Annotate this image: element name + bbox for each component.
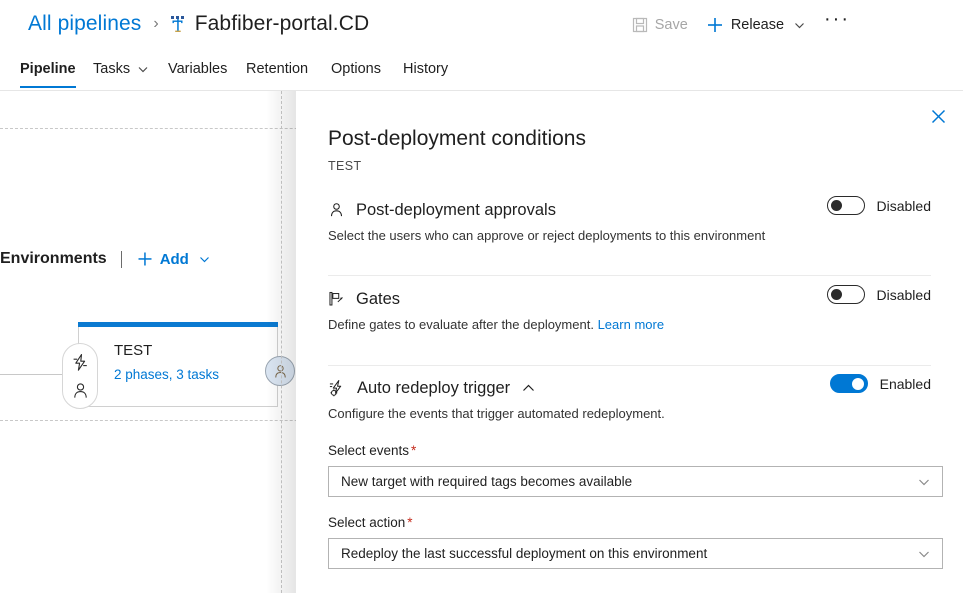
tab-bar: Pipeline Tasks Variables Retention Options Hi… [0,50,963,90]
environment-node-phases-link[interactable]: 2 phases, 3 tasks [114,367,219,382]
environment-node-accent-bar [78,322,278,327]
add-environment-label: Add [160,251,189,268]
toggle-knob [852,378,864,390]
breadcrumb: All pipelines › Fabfiber-portal.CD [28,8,369,40]
gate-icon [328,290,345,308]
section-header: Auto redeploy trigger Enabled [328,376,931,400]
more-options-button[interactable]: ··· [824,12,850,38]
tab-variables[interactable]: Variables [168,50,227,88]
breadcrumb-all-pipelines-link[interactable]: All pipelines [28,12,141,36]
select-action-label: Select action* [328,515,931,530]
section-divider-1 [328,275,931,276]
post-deployment-conditions-panel: Post-deployment conditions TEST Post-dep… [296,91,963,593]
field-select-events: Select events* New target with required … [328,443,931,497]
select-events-label: Select events* [328,443,931,458]
panel-title: Post-deployment conditions [328,127,586,151]
tab-tasks[interactable]: Tasks [93,50,149,88]
chevron-down-icon [917,547,931,561]
chevron-up-icon[interactable] [521,381,536,396]
approvals-toggle-wrap: Disabled [827,196,931,215]
tab-label: Pipeline [20,61,76,77]
toggle-knob [831,289,842,300]
tab-options[interactable]: Options [331,50,381,88]
section-post-deployment-approvals: Post-deployment approvals Disabled Selec… [328,198,931,243]
lightning-bolt-icon[interactable] [71,353,90,372]
tab-retention[interactable]: Retention [246,50,308,88]
toggle-knob [831,200,842,211]
canvas-dashed-line-vertical [281,91,282,593]
post-deployment-approvals-badge[interactable] [265,356,295,386]
breadcrumb-separator: › [153,15,158,33]
environments-divider [121,251,122,268]
plus-icon [706,16,724,34]
tab-label: Retention [246,61,308,77]
plus-icon [136,250,154,268]
chevron-down-icon[interactable] [793,19,806,32]
tab-pipeline[interactable]: Pipeline [20,50,76,88]
section-description: Configure the events that trigger automa… [328,406,931,421]
app-header: All pipelines › Fabfiber-portal.CD [0,0,963,48]
chevron-down-icon [917,475,931,489]
approvals-toggle-state: Disabled [877,198,931,214]
save-button[interactable]: Save [632,12,688,38]
section-title: Post-deployment approvals [356,201,556,220]
auto-redeploy-trigger-toggle[interactable] [830,374,868,393]
save-label: Save [655,17,688,33]
tab-label: Options [331,61,381,77]
required-marker: * [411,443,416,458]
required-marker: * [407,515,412,530]
section-title: Auto redeploy trigger [357,379,510,398]
tab-history[interactable]: History [403,50,448,88]
header-toolbar: Save Release ··· [632,12,868,38]
select-events-label-text: Select events [328,443,409,458]
select-action-value: Redeploy the last successful deployment … [341,546,707,561]
tab-label: Variables [168,61,227,77]
page-title: Fabfiber-portal.CD [195,12,370,36]
environments-header: Environments Add [0,246,211,272]
person-icon [272,363,289,380]
ellipsis-icon: ··· [824,8,850,31]
tab-active-underline [20,86,76,88]
field-select-action: Select action* Redeploy the last success… [328,515,931,569]
section-gates: Gates Disabled Define gates to evaluate … [328,287,931,332]
gates-toggle-state: Disabled [877,287,931,303]
save-disk-icon [632,17,648,33]
release-label: Release [731,17,784,33]
auto-redeploy-toggle-state: Enabled [880,376,931,392]
select-events-value: New target with required tags becomes av… [341,474,632,489]
person-icon[interactable] [71,381,90,400]
auto-redeploy-icon [328,379,346,397]
gates-toggle-wrap: Disabled [827,285,931,304]
tab-label: History [403,61,448,77]
panel-subtitle: TEST [328,159,362,173]
add-environment-button[interactable]: Add [136,250,211,268]
gates-toggle[interactable] [827,285,865,304]
gates-learn-more-link[interactable]: Learn more [598,317,664,332]
person-icon [328,201,345,219]
post-deployment-approvals-toggle[interactable] [827,196,865,215]
environments-label: Environments [0,250,107,268]
select-action-dropdown[interactable]: Redeploy the last successful deployment … [328,538,943,569]
release-pipeline-icon [169,15,187,35]
section-auto-redeploy-trigger: Auto redeploy trigger Enabled Configure … [328,376,931,421]
chevron-down-icon[interactable] [137,63,149,75]
release-button[interactable]: Release [706,12,806,38]
section-divider-2 [328,365,931,366]
environment-node-conditions-pill [62,343,98,409]
auto-redeploy-toggle-wrap: Enabled [830,374,931,393]
section-description: Select the users who can approve or reje… [328,228,931,243]
environment-node-name: TEST [114,342,152,359]
close-icon[interactable] [925,103,951,129]
select-events-dropdown[interactable]: New target with required tags becomes av… [328,466,943,497]
section-header: Post-deployment approvals Disabled [328,198,931,222]
section-title: Gates [356,290,400,309]
gates-description-text: Define gates to evaluate after the deplo… [328,317,594,332]
section-header: Gates Disabled [328,287,931,311]
chevron-down-icon[interactable] [198,253,211,266]
section-description: Define gates to evaluate after the deplo… [328,317,931,332]
select-action-label-text: Select action [328,515,405,530]
tab-label: Tasks [93,61,130,77]
environment-node-test[interactable]: TEST 2 phases, 3 tasks [78,327,278,407]
